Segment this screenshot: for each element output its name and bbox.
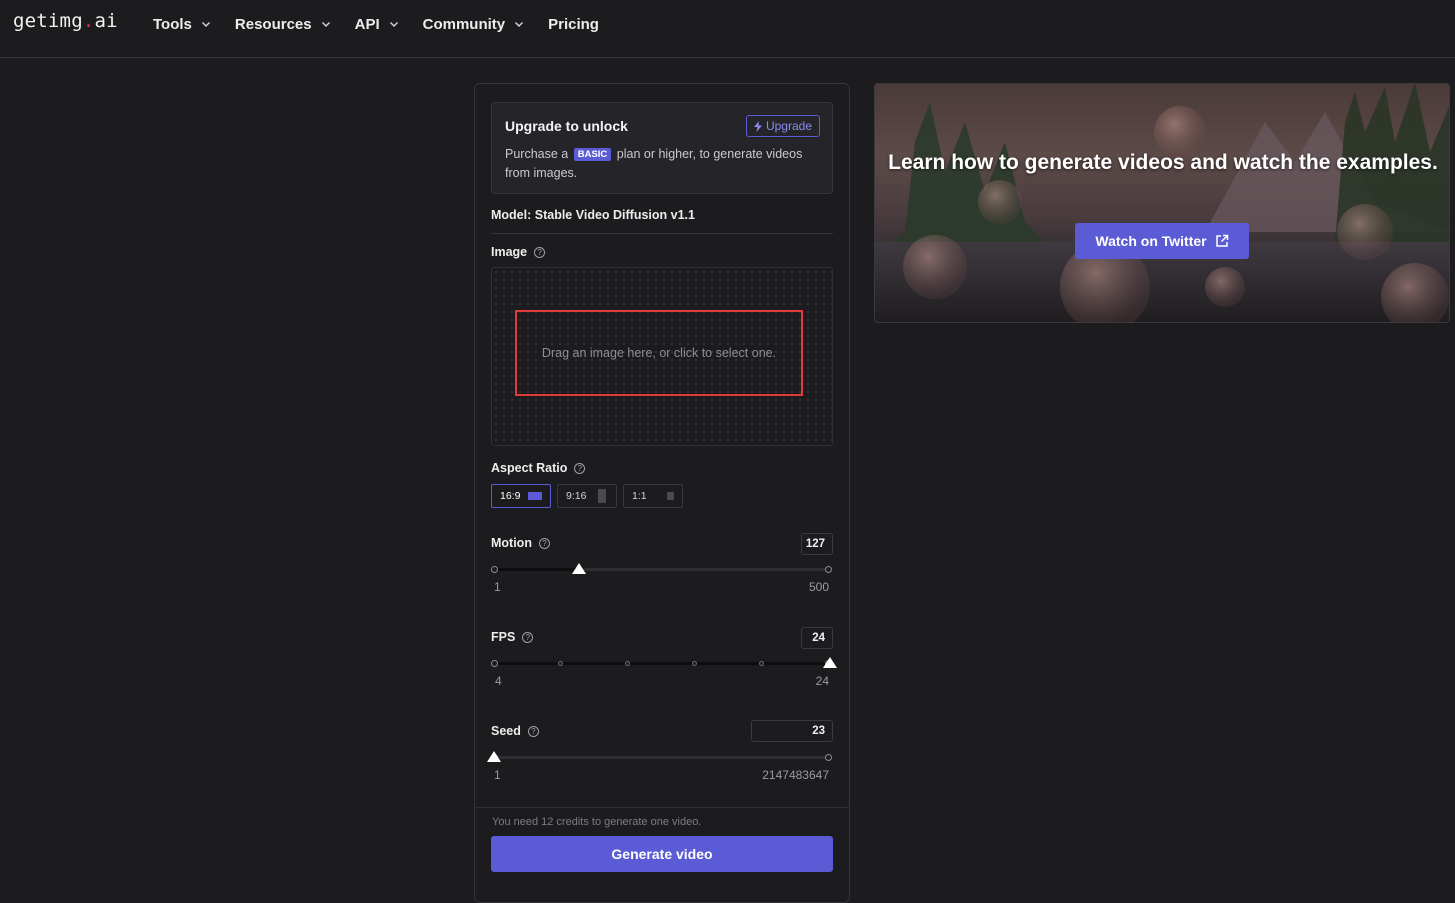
aspect-ratio-option-label: 1:1: [632, 490, 647, 502]
aspect-ratio-label-text: Aspect Ratio: [491, 461, 568, 475]
aspect-ratio-1-1[interactable]: 1:1: [623, 484, 683, 508]
landscape-ratio-icon: [528, 492, 542, 500]
motion-label-text: Motion: [491, 536, 532, 550]
motion-slider[interactable]: [491, 562, 832, 578]
external-link-icon: [1215, 234, 1228, 247]
logo-tld: ai: [94, 10, 118, 32]
slider-step-dot: [558, 661, 563, 666]
seed-max-label: 2147483647: [762, 768, 829, 782]
divider: [491, 233, 833, 234]
slider-fill: [494, 662, 830, 665]
logo[interactable]: getimg.ai: [13, 10, 118, 32]
banner-title: Learn how to generate videos and watch t…: [888, 151, 1438, 174]
fps-slider[interactable]: [491, 656, 837, 672]
slider-step-dot: [625, 661, 630, 666]
slider-thumb[interactable]: [487, 751, 501, 762]
nav-item-community[interactable]: Community: [423, 16, 525, 33]
slider-step-dot: [759, 661, 764, 666]
chevron-down-icon: [389, 22, 398, 27]
slider-track: [494, 756, 830, 759]
seed-label-text: Seed: [491, 724, 521, 738]
slider-step-dot: [692, 661, 697, 666]
nav-item-label: Resources: [234, 15, 312, 33]
chevron-down-icon: [201, 22, 210, 27]
divider: [475, 807, 849, 808]
portrait-ratio-icon: [598, 489, 607, 503]
slider-thumb[interactable]: [823, 657, 837, 668]
motion-max-label: 500: [808, 580, 829, 594]
upgrade-text-before: Purchase a: [505, 147, 569, 161]
aspect-ratio-option-label: 16:9: [500, 490, 521, 502]
dropzone-highlight: Drag an image here, or click to select o…: [515, 310, 803, 396]
nav-item-label: Community: [422, 15, 506, 33]
top-navigation: getimg.ai Tools Resources API Community …: [0, 0, 1455, 58]
tutorial-banner: Learn how to generate videos and watch t…: [874, 83, 1450, 323]
fps-min-label: 4: [495, 674, 502, 688]
aspect-ratio-option-label: 9:16: [566, 490, 587, 502]
slider-thumb[interactable]: [571, 563, 586, 574]
seed-min-label: 1: [494, 768, 501, 782]
motion-min-label: 1: [494, 580, 501, 594]
nav-item-label: Tools: [153, 15, 192, 33]
video-generation-panel: Upgrade to unlock Upgrade Purchase a BAS…: [474, 83, 850, 903]
nav-item-label: Pricing: [548, 15, 599, 33]
model-label: Model: Stable Video Diffusion v1.1: [491, 208, 695, 222]
help-icon[interactable]: ?: [534, 246, 546, 258]
lightning-icon: [753, 120, 762, 132]
seed-label: Seed ?: [491, 724, 539, 738]
nav-item-api[interactable]: API: [355, 16, 399, 33]
watch-on-twitter-label: Watch on Twitter: [1095, 233, 1207, 249]
slider-max-dot: [825, 566, 832, 573]
seed-slider[interactable]: [487, 750, 832, 766]
image-label: Image ?: [491, 245, 546, 259]
nav-item-label: API: [354, 15, 380, 33]
motion-value-input[interactable]: 127: [801, 533, 833, 555]
slider-min-dot: [491, 566, 498, 573]
watch-on-twitter-button[interactable]: Watch on Twitter: [1075, 223, 1249, 259]
upgrade-title: Upgrade to unlock: [505, 118, 628, 134]
seed-value-input[interactable]: 23: [751, 720, 833, 742]
chevron-down-icon: [515, 22, 524, 27]
aspect-ratio-9-16[interactable]: 9:16: [557, 484, 617, 508]
nav-item-tools[interactable]: Tools: [153, 16, 211, 33]
upgrade-button[interactable]: Upgrade: [745, 115, 820, 137]
fps-label-text: FPS: [491, 630, 516, 644]
upgrade-button-label: Upgrade: [765, 119, 812, 133]
chevron-down-icon: [321, 22, 330, 27]
fps-value-input[interactable]: 24: [801, 627, 833, 649]
upgrade-description: Purchase a BASIC plan or higher, to gene…: [505, 145, 823, 183]
help-icon[interactable]: ?: [574, 462, 586, 474]
slider-max-dot: [825, 754, 832, 761]
fps-label: FPS ?: [491, 630, 534, 644]
fps-max-label: 24: [815, 674, 829, 688]
slider-min-dot: [491, 660, 498, 667]
slider-fill: [494, 568, 579, 571]
nav-item-pricing[interactable]: Pricing: [548, 16, 599, 33]
upgrade-notice: Upgrade to unlock Upgrade Purchase a BAS…: [491, 102, 833, 194]
help-icon[interactable]: ?: [522, 631, 534, 643]
landscape-background-image: [875, 84, 1449, 322]
logo-dot: .: [82, 10, 95, 32]
credits-notice: You need 12 credits to generate one vide…: [492, 816, 702, 828]
aspect-ratio-options: 16:9 9:16 1:1: [491, 484, 683, 508]
square-ratio-icon: [666, 492, 674, 500]
motion-label: Motion ?: [491, 536, 550, 550]
help-icon[interactable]: ?: [538, 537, 550, 549]
help-icon[interactable]: ?: [527, 725, 539, 737]
plan-badge: BASIC: [573, 148, 612, 161]
logo-text: getimg: [13, 10, 83, 32]
image-label-text: Image: [491, 245, 528, 259]
generate-video-button[interactable]: Generate video: [491, 836, 833, 872]
aspect-ratio-label: Aspect Ratio ?: [491, 461, 586, 475]
aspect-ratio-16-9[interactable]: 16:9: [491, 484, 551, 508]
nav-menu: Tools Resources API Community Pricing: [153, 0, 623, 48]
nav-item-resources[interactable]: Resources: [235, 16, 331, 33]
dropzone-text: Drag an image here, or click to select o…: [541, 346, 777, 360]
image-dropzone[interactable]: Drag an image here, or click to select o…: [491, 267, 833, 446]
